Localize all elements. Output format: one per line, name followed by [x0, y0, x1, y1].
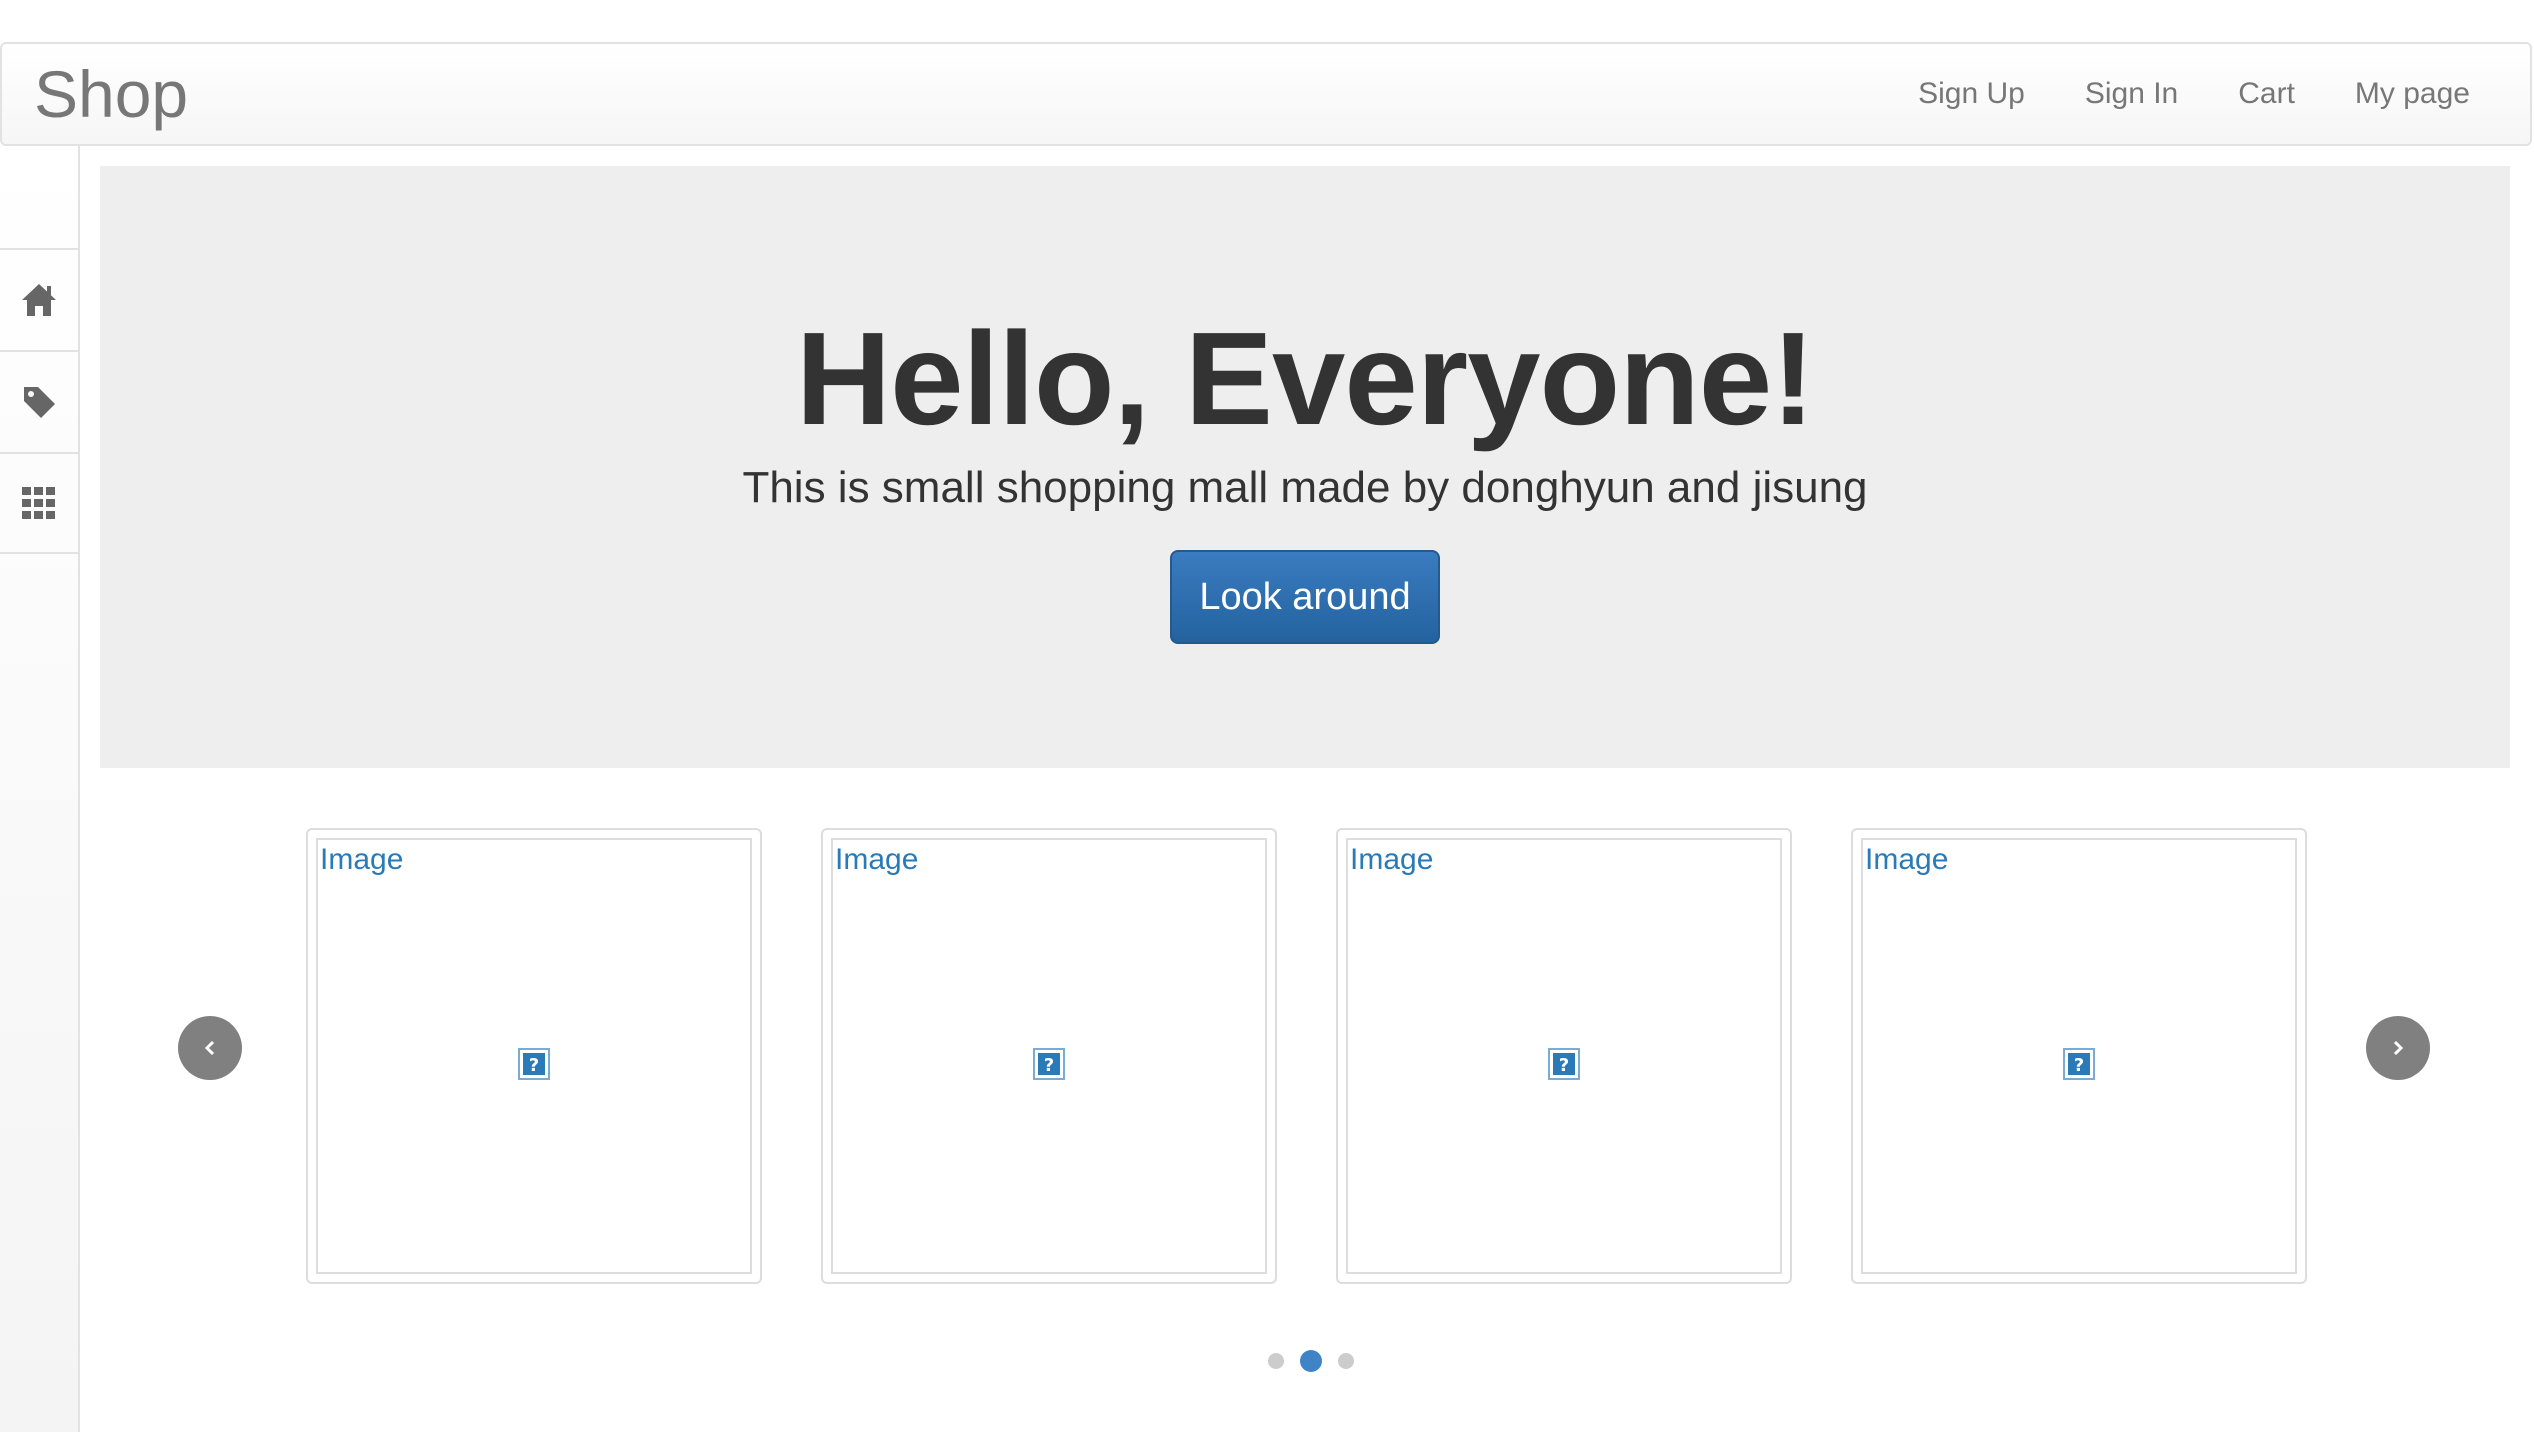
image-alt-text: Image	[320, 843, 404, 876]
look-around-button[interactable]: Look around	[1170, 550, 1440, 644]
home-icon	[22, 284, 56, 316]
hero-jumbotron: Hello, Everyone! This is small shopping …	[100, 166, 2510, 768]
brand-logo[interactable]: Shop	[34, 56, 188, 132]
tag-icon	[24, 387, 55, 418]
broken-image-icon: ?	[1033, 1048, 1065, 1080]
product-image: Image ?	[1346, 838, 1782, 1274]
image-alt-text: Image	[835, 843, 919, 876]
nav-links: Sign Up Sign In Cart My page	[1858, 44, 2470, 144]
carousel-prev-button[interactable]	[178, 1016, 242, 1080]
product-card[interactable]: Image ?	[1336, 828, 1792, 1284]
carousel-dot[interactable]	[1338, 1353, 1354, 1369]
nav-link-my-page[interactable]: My page	[2355, 77, 2470, 111]
hero-subtitle: This is small shopping mall made by dong…	[742, 463, 1868, 512]
svg-text:?: ?	[2074, 1055, 2084, 1076]
carousel-indicators	[1260, 1350, 1362, 1372]
broken-image-icon: ?	[2063, 1048, 2095, 1080]
svg-text:?: ?	[1044, 1055, 1054, 1076]
chevron-left-icon	[204, 1040, 215, 1056]
nav-link-cart[interactable]: Cart	[2238, 77, 2295, 111]
grid-icon	[22, 487, 55, 519]
product-image: Image ?	[831, 838, 1267, 1274]
carousel-dot[interactable]	[1268, 1353, 1284, 1369]
product-card[interactable]: Image ?	[306, 828, 762, 1284]
hero-title: Hello, Everyone!	[795, 305, 1815, 452]
broken-image-icon: ?	[1548, 1048, 1580, 1080]
sidebar-item-tags[interactable]	[0, 350, 78, 452]
broken-image-icon: ?	[518, 1048, 550, 1080]
product-image: Image ?	[316, 838, 752, 1274]
carousel-dot-active[interactable]	[1300, 1350, 1322, 1372]
chevron-right-icon	[2393, 1040, 2404, 1056]
side-nav	[0, 146, 80, 1432]
svg-text:?: ?	[529, 1055, 539, 1076]
nav-link-sign-in[interactable]: Sign In	[2085, 77, 2178, 111]
product-card[interactable]: Image ?	[821, 828, 1277, 1284]
svg-text:?: ?	[1559, 1055, 1569, 1076]
image-alt-text: Image	[1865, 843, 1949, 876]
carousel-next-button[interactable]	[2366, 1016, 2430, 1080]
top-navbar: Shop Sign Up Sign In Cart My page	[0, 42, 2532, 146]
sidebar-item-categories[interactable]	[0, 452, 78, 554]
product-image: Image ?	[1861, 838, 2297, 1274]
sidebar-item-home[interactable]	[0, 248, 78, 350]
image-alt-text: Image	[1350, 843, 1434, 876]
nav-link-sign-up[interactable]: Sign Up	[1918, 77, 2025, 111]
product-card[interactable]: Image ?	[1851, 828, 2307, 1284]
